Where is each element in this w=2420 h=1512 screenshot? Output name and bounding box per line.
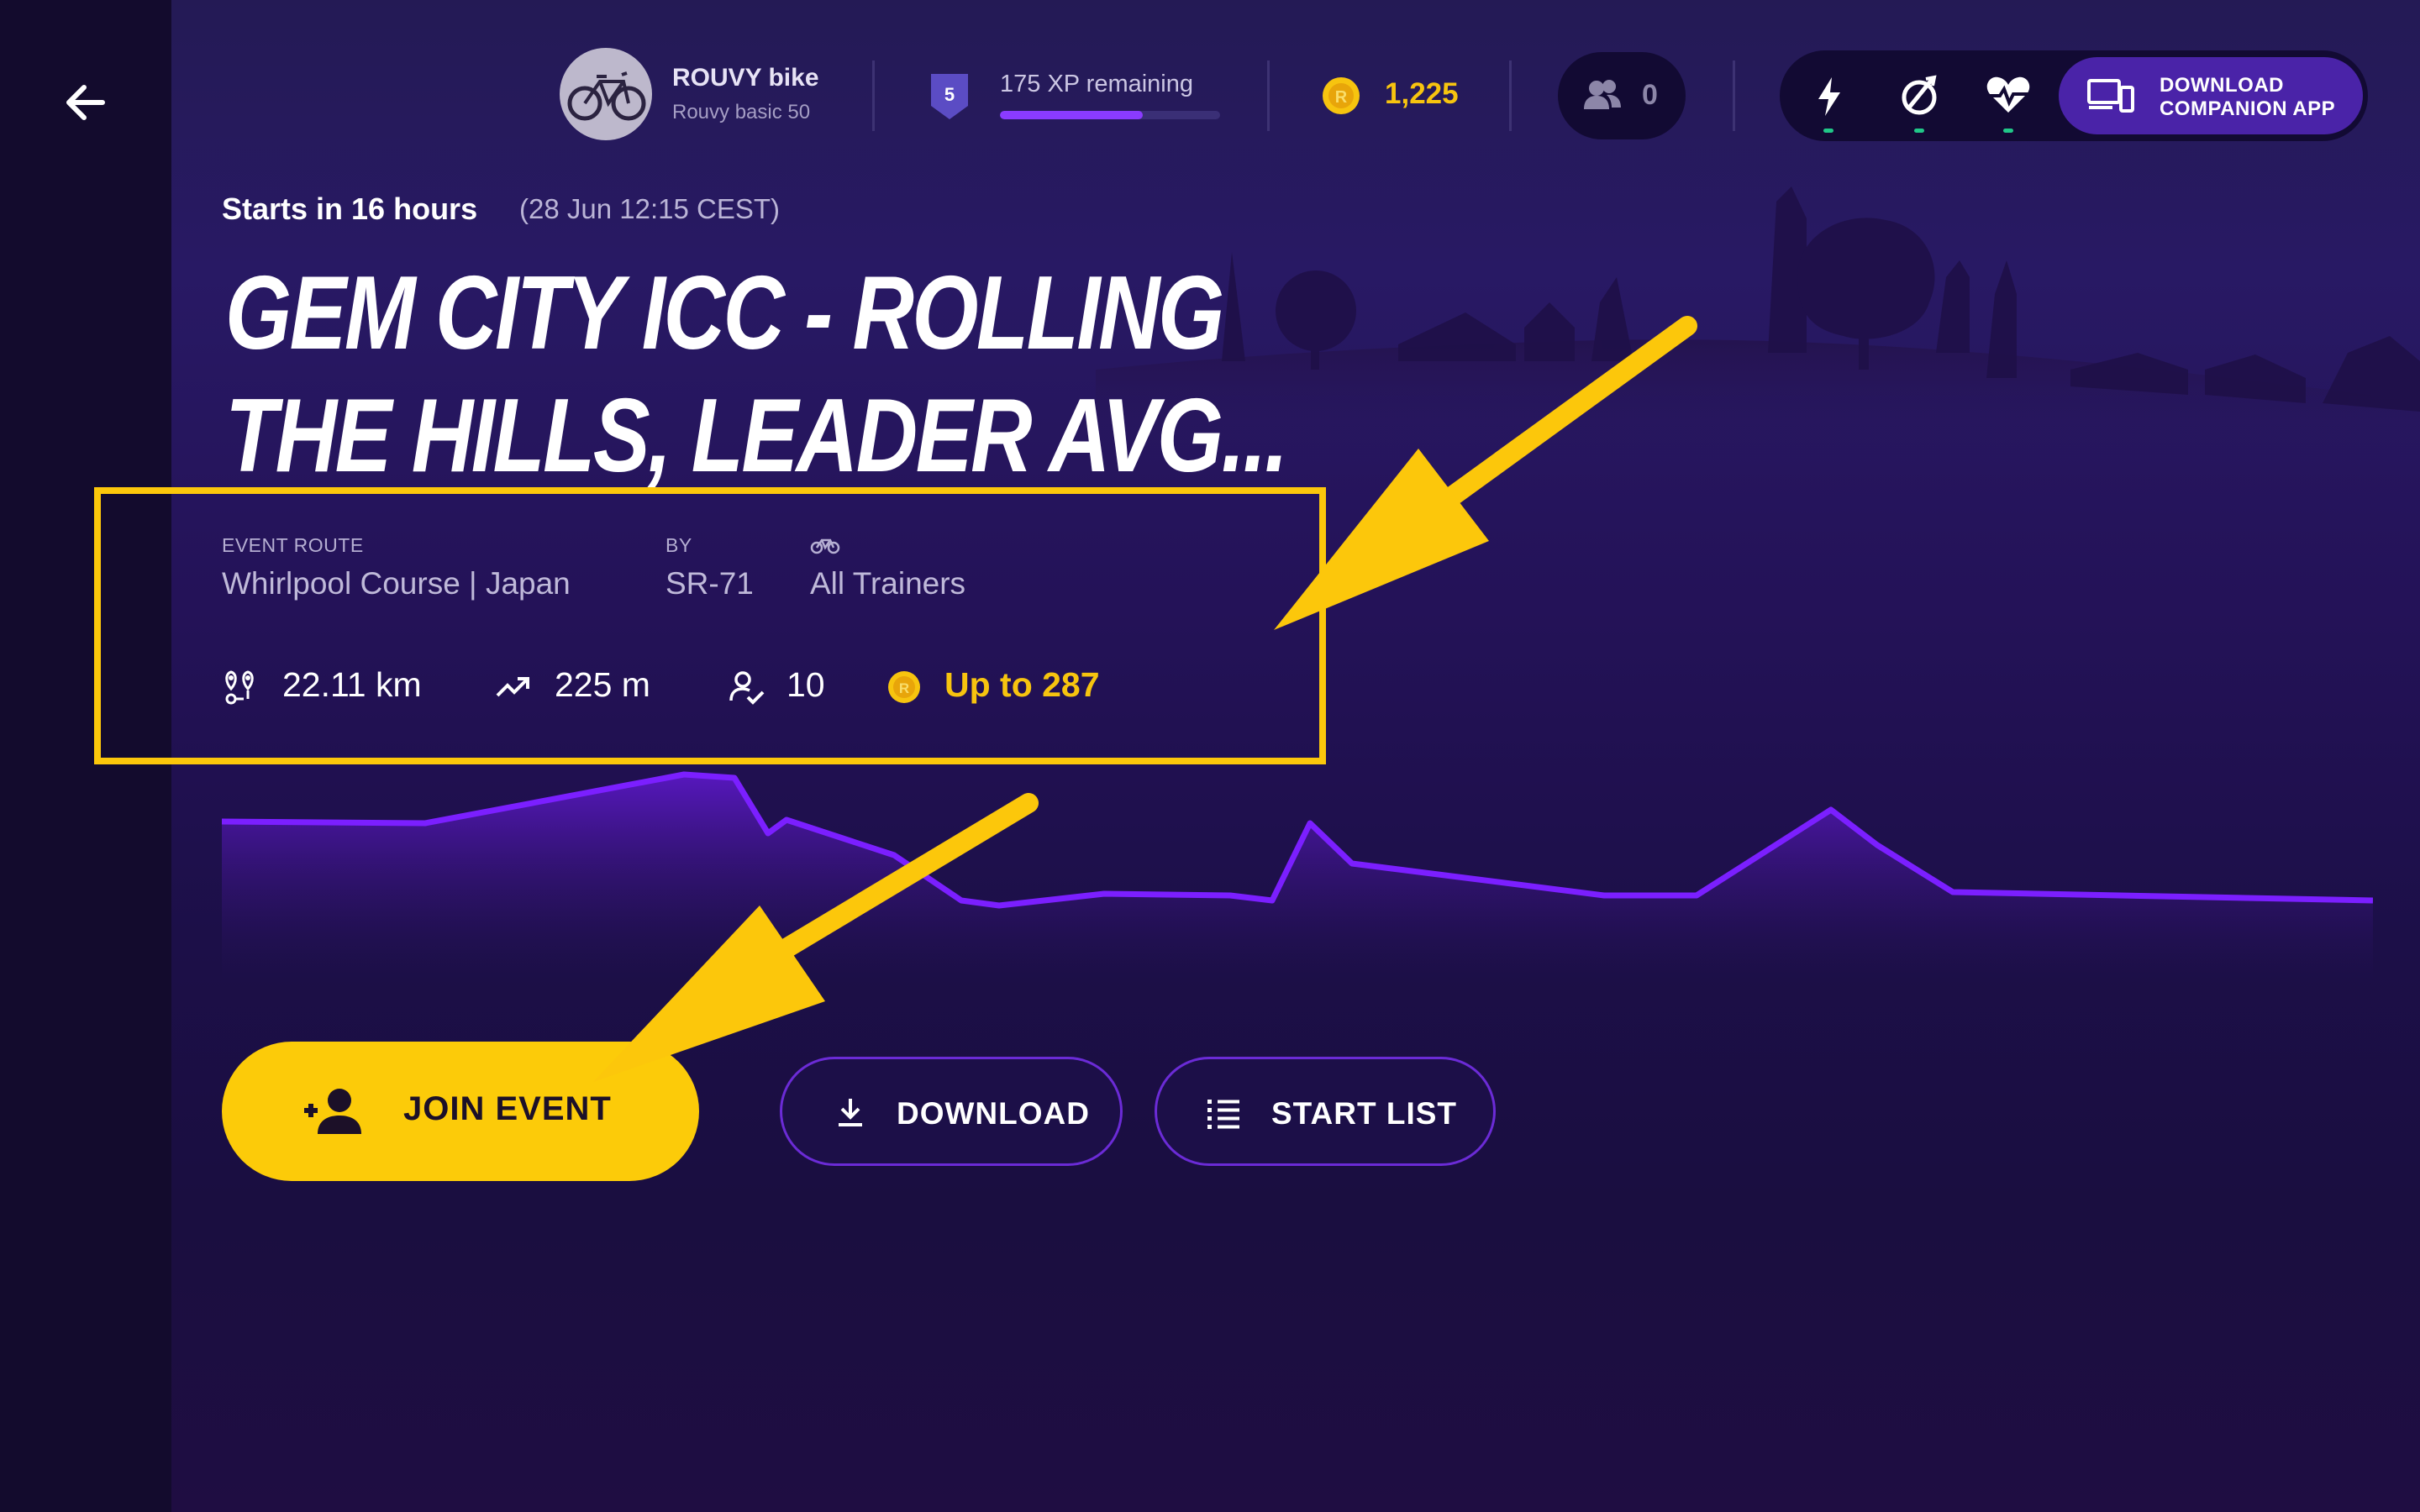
- xp-progress-fill: [1000, 111, 1144, 119]
- heart-rate-sensor[interactable]: [1981, 69, 2035, 133]
- elevation-profile-chart: [222, 771, 2373, 983]
- download-icon: [839, 1099, 862, 1126]
- xp-progress-bar: [1000, 111, 1220, 119]
- annotation-highlight-box: [94, 487, 1326, 764]
- join-event-label: JOIN EVENT: [403, 1090, 612, 1127]
- start-list-label: START LIST: [1271, 1096, 1458, 1131]
- bike-icon: [567, 71, 646, 121]
- coin-balance: 1,225: [1385, 77, 1459, 110]
- cadence-sensor[interactable]: [1892, 69, 1946, 133]
- download-button[interactable]: DOWNLOAD: [780, 1057, 1123, 1166]
- users-icon: [1584, 80, 1621, 109]
- friends-count: 0: [1642, 79, 1658, 111]
- sensor-connected-indicator: [1914, 129, 1924, 133]
- event-detail-screen: ROUVY bike Rouvy basic 50 5 175 XP remai…: [0, 0, 2420, 1512]
- join-event-button[interactable]: JOIN EVENT: [222, 1042, 699, 1181]
- companion-button-label: DOWNLOAD COMPANION APP: [2160, 74, 2336, 120]
- power-sensor[interactable]: [1802, 69, 1855, 133]
- svg-text:R: R: [1335, 88, 1348, 107]
- bike-avatar[interactable]: [560, 48, 652, 140]
- download-companion-app-button[interactable]: DOWNLOAD COMPANION APP: [2059, 57, 2363, 134]
- divider: [1509, 60, 1512, 131]
- level-shield-icon: 5: [931, 74, 968, 119]
- friends-button[interactable]: 0: [1558, 52, 1686, 139]
- power-icon: [1818, 77, 1840, 116]
- devices-icon: [2087, 79, 2134, 113]
- start-list-button[interactable]: START LIST: [1155, 1057, 1496, 1166]
- divider: [872, 60, 875, 131]
- sensors-panel: DOWNLOAD COMPANION APP: [1780, 50, 2368, 141]
- divider: [1733, 60, 1735, 131]
- level-number: 5: [944, 84, 955, 105]
- cadence-icon: [1902, 75, 1937, 115]
- start-date-text: (28 Jun 12:15 CEST): [519, 193, 780, 224]
- xp-remaining: 175 XP remaining: [1000, 71, 1194, 97]
- sensor-connected-indicator: [1823, 129, 1833, 133]
- event-title-line-1: GEM CITY ICC - ROLLING: [225, 255, 1224, 371]
- coin-icon: R: [1323, 77, 1360, 114]
- bike-name: ROUVY bike: [672, 64, 819, 92]
- starts-in-text: Starts in 16 hours: [222, 192, 478, 226]
- sensor-connected-indicator: [2003, 129, 2013, 133]
- divider: [1267, 60, 1270, 131]
- event-title-line-2: THE HILLS, LEADER AVG...: [225, 378, 1288, 494]
- heart-rate-icon: [1986, 76, 2030, 113]
- add-user-icon: [304, 1089, 361, 1134]
- list-icon: [1207, 1100, 1239, 1129]
- bike-model: Rouvy basic 50: [672, 101, 811, 123]
- back-arrow-icon[interactable]: [59, 76, 113, 129]
- download-label: DOWNLOAD: [897, 1096, 1090, 1131]
